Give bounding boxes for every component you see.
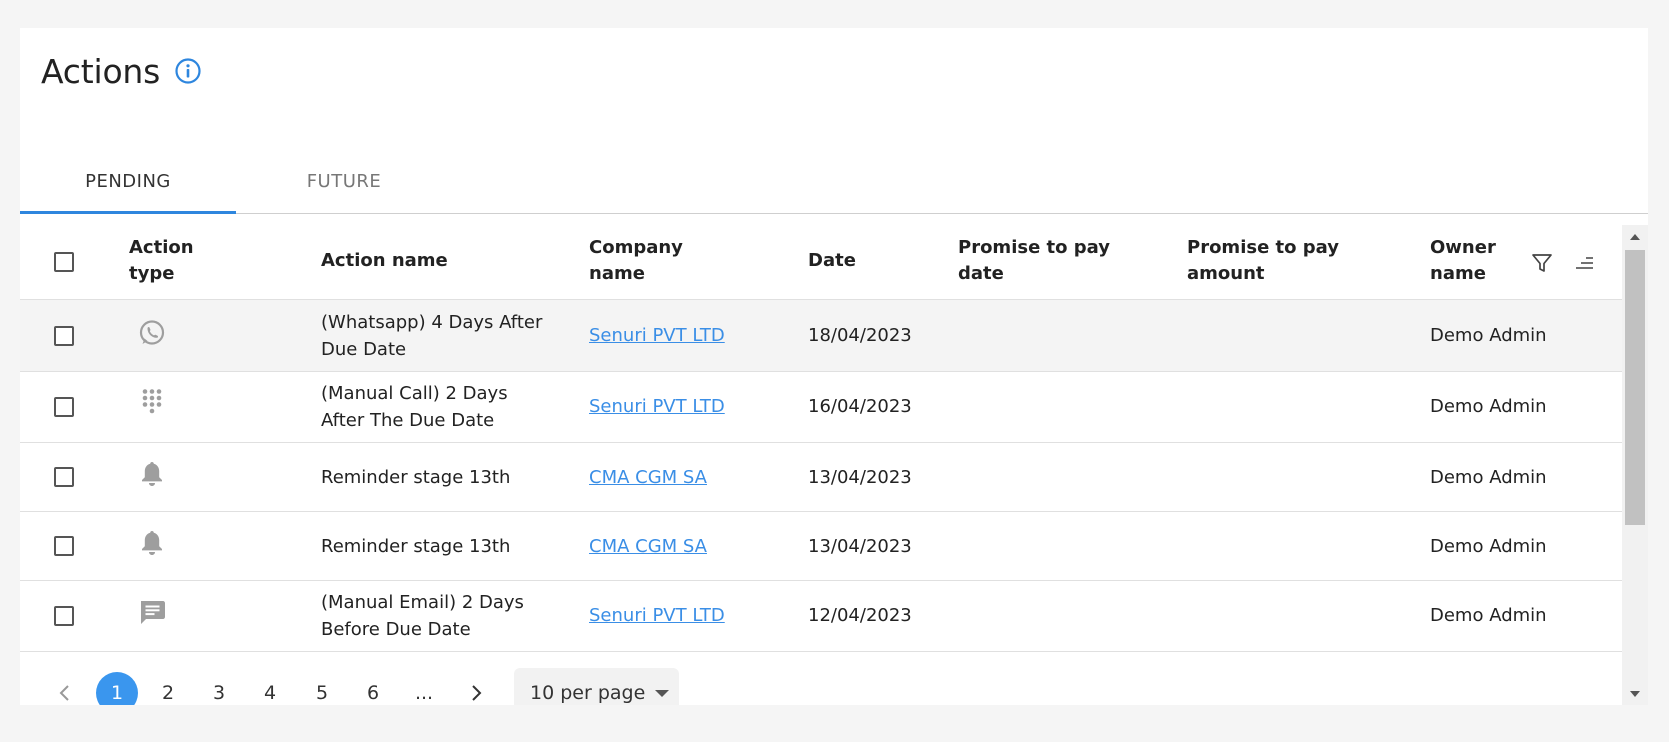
action-name: (Manual Call) 2 Days After The Due Date [321,380,508,434]
sort-icon[interactable] [1572,251,1596,275]
cell-line: Before Due Date [321,619,471,640]
active-tab-indicator [20,211,236,214]
per-page-label: 10 per page [530,682,646,704]
action-date: 18/04/2023 [808,325,912,346]
column-header-owner-name[interactable]: Owner name [1430,235,1496,287]
filter-icon[interactable] [1530,251,1554,275]
cell-line: (Manual Call) 2 Days [321,383,508,404]
page-button-3[interactable]: 3 [198,672,240,705]
page-button-1[interactable]: 1 [96,672,138,705]
action-name: (Manual Email) 2 Days Before Due Date [321,589,524,643]
table-row[interactable]: (Manual Email) 2 Days Before Due Date Se… [20,581,1622,652]
table-header: Action type Action name Company name Dat… [20,225,1622,300]
actions-table: Action type Action name Company name Dat… [20,225,1622,652]
actions-panel: Actions PENDING FUTURE Action type Actio… [20,28,1648,705]
page-button-2[interactable]: 2 [147,672,189,705]
chevron-left-icon [59,685,69,701]
column-header-action-type[interactable]: Action type [129,235,194,287]
tab-future[interactable]: FUTURE [236,148,452,214]
table-row[interactable]: Reminder stage 13th CMA CGM SA 13/04/202… [20,443,1622,512]
cell-line: After The Due Date [321,410,495,431]
cell-line: (Whatsapp) 4 Days After [321,312,543,333]
per-page-select[interactable]: 10 per page [514,668,679,705]
company-link[interactable]: CMA CGM SA [589,464,707,491]
row-checkbox[interactable] [54,536,74,556]
cell-line: Reminder stage 13th [321,467,511,488]
action-name: Reminder stage 13th [321,533,510,560]
owner-name: Demo Admin [1430,467,1547,488]
page-button-6[interactable]: 6 [352,672,394,705]
column-header-date[interactable]: Date [808,248,856,274]
action-date: 12/04/2023 [808,605,912,626]
message-icon [137,597,167,627]
cell-line: Reminder stage 13th [321,536,511,557]
company-link[interactable]: CMA CGM SA [589,533,707,560]
column-header-promise-to-pay-amount[interactable]: Promise to pay amount [1187,235,1339,287]
header-line: Promise to pay [1187,237,1339,258]
scroll-down-arrow-icon[interactable] [1630,691,1640,697]
row-checkbox[interactable] [54,467,74,487]
cell-line: Due Date [321,339,407,360]
column-header-action-name[interactable]: Action name [321,248,448,274]
header-line: name [1430,263,1486,284]
dialpad-icon [137,388,167,418]
tab-pending[interactable]: PENDING [20,148,236,214]
action-date: 16/04/2023 [808,396,912,417]
tab-bar: PENDING FUTURE [20,148,1648,214]
bell-icon [137,459,167,489]
header-line: Owner [1430,237,1496,258]
action-date: 13/04/2023 [808,536,912,557]
vertical-scrollbar[interactable] [1622,225,1648,705]
row-checkbox[interactable] [54,326,74,346]
bell-icon [137,528,167,558]
whatsapp-icon [137,318,167,348]
table-row[interactable]: (Whatsapp) 4 Days After Due Date Senuri … [20,300,1622,372]
owner-name: Demo Admin [1430,536,1547,557]
caret-down-icon [655,689,670,697]
header-line: Action [129,237,194,258]
pagination: 1 2 3 4 5 6 ... 10 per page [20,652,1622,705]
action-name: (Whatsapp) 4 Days After Due Date [321,309,542,363]
row-checkbox[interactable] [54,397,74,417]
scroll-up-arrow-icon[interactable] [1630,234,1640,240]
table-row[interactable]: Reminder stage 13th CMA CGM SA 13/04/202… [20,512,1622,581]
page-button-4[interactable]: 4 [249,672,291,705]
action-name: Reminder stage 13th [321,464,510,491]
company-link[interactable]: Senuri PVT LTD [589,393,725,420]
header-line: Company [589,237,683,258]
header-line: date [958,263,1004,284]
header-line: amount [1187,263,1265,284]
header-line: type [129,263,175,284]
info-icon[interactable] [174,57,202,85]
header-line: Promise to pay [958,237,1110,258]
owner-name: Demo Admin [1430,605,1547,626]
next-page-button[interactable] [455,672,497,705]
column-header-company-name[interactable]: Company name [589,235,683,287]
table-row[interactable]: (Manual Call) 2 Days After The Due Date … [20,372,1622,443]
header-line: name [589,263,645,284]
column-header-promise-to-pay-date[interactable]: Promise to pay date [958,235,1110,287]
owner-name: Demo Admin [1430,325,1547,346]
prev-page-button[interactable] [44,672,86,705]
chevron-right-icon [472,685,482,701]
page-title: Actions [41,51,161,91]
select-all-checkbox[interactable] [54,252,74,272]
scrollbar-thumb[interactable] [1625,250,1645,525]
owner-name: Demo Admin [1430,396,1547,417]
title-row: Actions [41,48,202,94]
action-date: 13/04/2023 [808,467,912,488]
page-ellipsis[interactable]: ... [403,672,445,705]
company-link[interactable]: Senuri PVT LTD [589,322,725,349]
cell-line: (Manual Email) 2 Days [321,592,524,613]
page-button-5[interactable]: 5 [301,672,343,705]
row-checkbox[interactable] [54,606,74,626]
company-link[interactable]: Senuri PVT LTD [589,602,725,629]
